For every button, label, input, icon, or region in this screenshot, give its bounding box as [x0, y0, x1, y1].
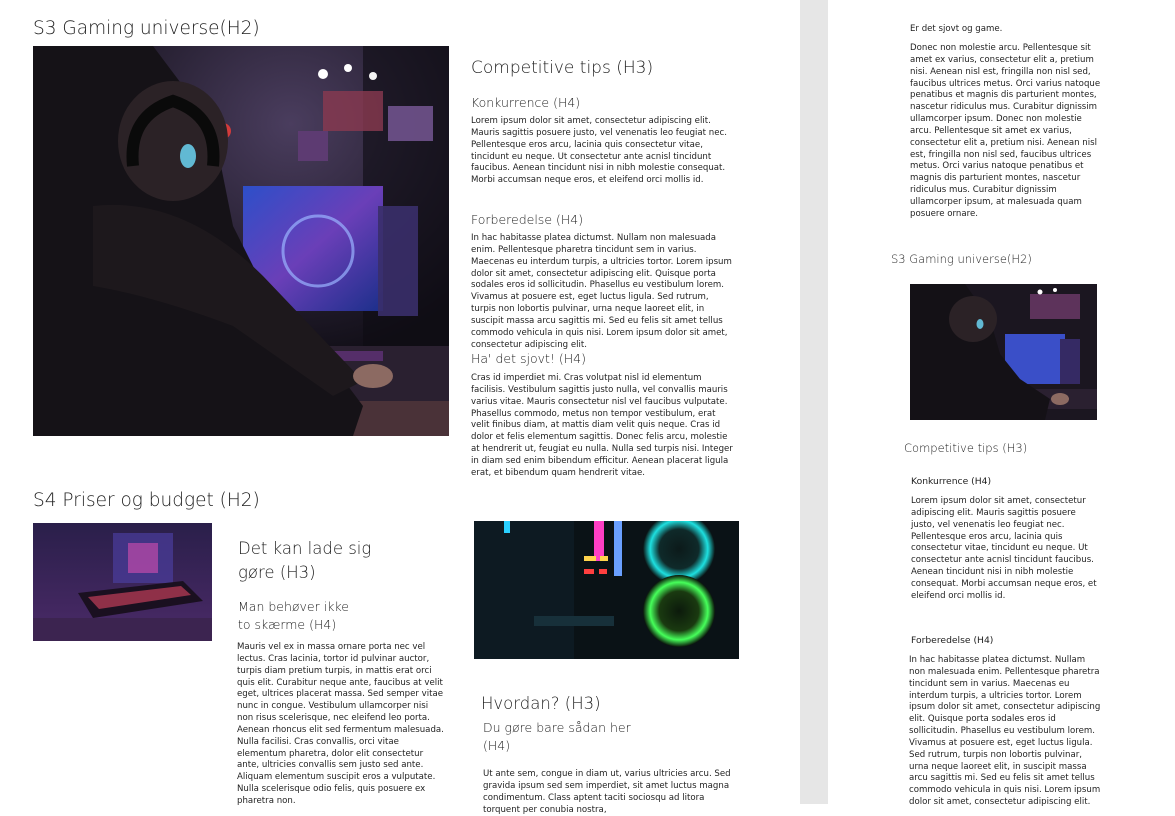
hvordan-heading: Hvordan? (H3): [481, 694, 601, 713]
hvordan-text: Ut ante sem, congue in diam ut, varius u…: [483, 769, 731, 815]
right-konkurrence-text: Lorem ipsum dolor sit amet, consectetur …: [911, 496, 1097, 601]
s3-heading: S3 Gaming universe(H2): [33, 18, 260, 39]
pc-fans-photo: [474, 521, 739, 659]
sjovt-heading: Ha' det sjovt! (H4): [471, 351, 586, 366]
s4-heading: S4 Priser og budget (H2): [33, 490, 260, 511]
right-competitive-heading: Competitive tips (H3): [904, 441, 1028, 455]
lade-sig-gore-heading: Det kan lade sig gøre (H3): [238, 539, 372, 582]
keyboard-photo: [33, 523, 212, 641]
page-gutter: [800, 0, 828, 804]
forberedelse-text: In hac habitasse platea dictumst. Nullam…: [471, 233, 732, 350]
gore-sadan-heading: Du gøre bare sådan her (H4): [483, 720, 631, 753]
sjovt-text: Cras id imperdiet mi. Cras volutpat nisl…: [471, 373, 733, 478]
forberedelse-heading: Forberedelse (H4): [471, 212, 584, 227]
gamer-photo: [33, 46, 449, 436]
to-skaerme-heading: Man behøver ikke to skærme (H4): [238, 599, 349, 632]
lade-sig-text: Mauris vel ex in massa ornare porta nec …: [237, 642, 444, 806]
right-forberedelse-heading: Forberedelse (H4): [911, 635, 994, 646]
konkurrence-heading: Konkurrence (H4): [471, 95, 581, 110]
s3-competitive-heading: Competitive tips (H3): [471, 58, 654, 78]
right-forberedelse-text: In hac habitasse platea dictumst. Nullam…: [909, 655, 1101, 808]
right-intro-text: Donec non molestie arcu. Pellentesque si…: [910, 43, 1101, 219]
right-gamer-photo: [910, 284, 1097, 420]
right-konkurrence-heading: Konkurrence (H4): [911, 476, 992, 487]
right-s3-heading: S3 Gaming universe(H2): [891, 252, 1032, 266]
konkurrence-text: Lorem ipsum dolor sit amet, consectetur …: [471, 116, 727, 186]
right-intro-title: Er det sjovt og game.: [910, 24, 1003, 34]
